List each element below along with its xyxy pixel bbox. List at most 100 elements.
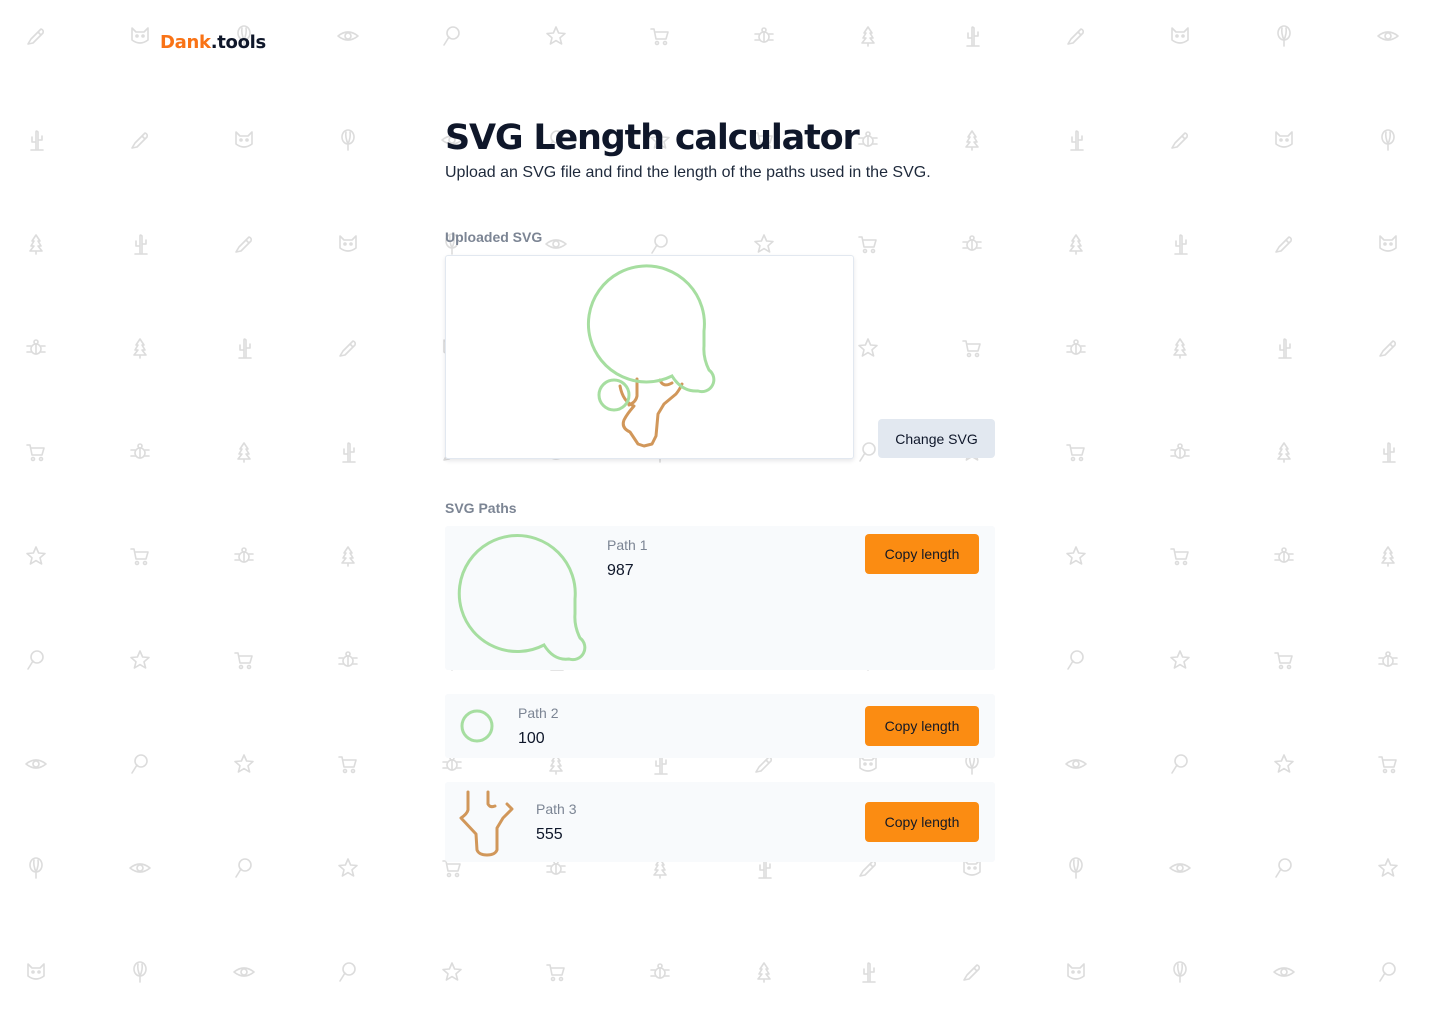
pen-icon <box>1376 336 1400 360</box>
eye-icon <box>128 856 152 880</box>
tree-icon <box>336 544 360 568</box>
cart-icon <box>128 544 152 568</box>
balloon-icon <box>1272 24 1296 48</box>
star-icon <box>752 232 776 256</box>
cart-icon <box>1064 440 1088 464</box>
copy-length-button-3[interactable]: Copy length <box>865 802 979 842</box>
cactus-icon <box>336 440 360 464</box>
logo-tld: .tools <box>210 32 267 53</box>
pen-icon <box>232 232 256 256</box>
cart-icon <box>1376 752 1400 776</box>
cat-icon <box>128 24 152 48</box>
cart-icon <box>856 232 880 256</box>
star-icon <box>1376 856 1400 880</box>
cat-icon <box>1168 24 1192 48</box>
eye-icon <box>24 752 48 776</box>
pen-icon <box>960 960 984 984</box>
balloon-icon <box>336 128 360 152</box>
logo-brand: Dank <box>160 32 211 53</box>
tree-icon <box>1376 544 1400 568</box>
cactus-icon <box>232 336 256 360</box>
star-icon <box>1064 544 1088 568</box>
logo[interactable]: Dank.tools <box>160 32 266 53</box>
cart-icon <box>648 24 672 48</box>
cactus-icon <box>960 24 984 48</box>
tree-icon <box>232 440 256 464</box>
path-3-length: 555 <box>536 826 563 843</box>
cart-icon <box>960 336 984 360</box>
pin-icon <box>1376 960 1400 984</box>
bug-icon <box>1376 648 1400 672</box>
pen-icon <box>24 24 48 48</box>
pin-icon <box>336 960 360 984</box>
star-icon <box>856 336 880 360</box>
bug-icon <box>648 960 672 984</box>
star-icon <box>440 960 464 984</box>
pen-icon <box>128 128 152 152</box>
cactus-icon <box>1272 336 1296 360</box>
eye-icon <box>232 960 256 984</box>
cactus-icon <box>24 128 48 152</box>
tree-icon <box>752 960 776 984</box>
balloon-icon <box>1064 856 1088 880</box>
cactus-icon <box>1064 128 1088 152</box>
cart-icon <box>1168 544 1192 568</box>
bug-icon <box>1064 336 1088 360</box>
path-1-length: 987 <box>607 562 634 579</box>
pin-icon <box>128 752 152 776</box>
pin-icon <box>24 648 48 672</box>
preview-path-1 <box>586 264 716 394</box>
uploaded-svg-label: Uploaded SVG <box>445 229 543 245</box>
path-card-1: Path 1 987 Copy length <box>445 526 995 670</box>
star-icon <box>24 544 48 568</box>
copy-length-button-2[interactable]: Copy length <box>865 706 979 746</box>
svg-preview <box>445 255 854 459</box>
bug-icon <box>336 648 360 672</box>
star-icon <box>232 752 256 776</box>
path-3-name: Path 3 <box>536 801 577 817</box>
pen-icon <box>1272 232 1296 256</box>
tree-icon <box>960 128 984 152</box>
pin-icon <box>1272 856 1296 880</box>
balloon-icon <box>1376 128 1400 152</box>
path-1-thumbnail <box>457 534 587 662</box>
page-title: SVG Length calculator <box>445 118 860 158</box>
pin-icon <box>232 856 256 880</box>
star-icon <box>1272 752 1296 776</box>
cactus-icon <box>1168 232 1192 256</box>
cart-icon <box>544 960 568 984</box>
cat-icon <box>1272 128 1296 152</box>
star-icon <box>336 856 360 880</box>
cactus-icon <box>856 960 880 984</box>
bug-icon <box>1168 440 1192 464</box>
cart-icon <box>1272 648 1296 672</box>
cart-icon <box>336 752 360 776</box>
pin-icon <box>1064 648 1088 672</box>
bug-icon <box>24 336 48 360</box>
bug-icon <box>232 544 256 568</box>
tree-icon <box>1272 440 1296 464</box>
eye-icon <box>1376 24 1400 48</box>
balloon-icon <box>24 856 48 880</box>
eye-icon <box>1064 752 1088 776</box>
cat-icon <box>1064 960 1088 984</box>
svg-paths-label: SVG Paths <box>445 500 517 516</box>
eye-icon <box>544 232 568 256</box>
tree-icon <box>856 24 880 48</box>
pen-icon <box>336 336 360 360</box>
copy-length-button-1[interactable]: Copy length <box>865 534 979 574</box>
pin-icon <box>648 232 672 256</box>
change-svg-button[interactable]: Change SVG <box>878 419 995 458</box>
cat-icon <box>24 960 48 984</box>
cat-icon <box>1376 232 1400 256</box>
pen-icon <box>1168 128 1192 152</box>
uploaded-svg-graphic <box>586 264 716 448</box>
pin-icon <box>1168 752 1192 776</box>
cart-icon <box>232 648 256 672</box>
bug-icon <box>128 440 152 464</box>
tree-icon <box>128 336 152 360</box>
star-icon <box>128 648 152 672</box>
star-icon <box>1168 648 1192 672</box>
bug-icon <box>856 128 880 152</box>
path-1-name: Path 1 <box>607 537 648 553</box>
